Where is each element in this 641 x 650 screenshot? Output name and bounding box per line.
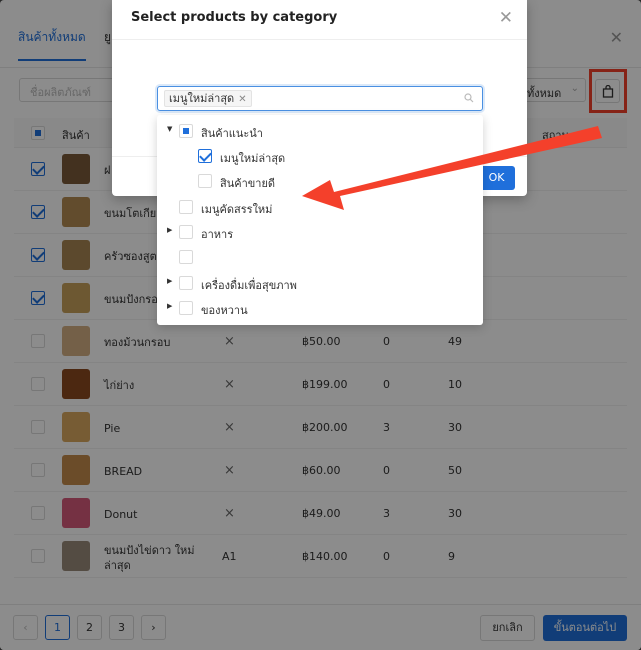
pointer-arrow-annotation — [302, 126, 602, 210]
